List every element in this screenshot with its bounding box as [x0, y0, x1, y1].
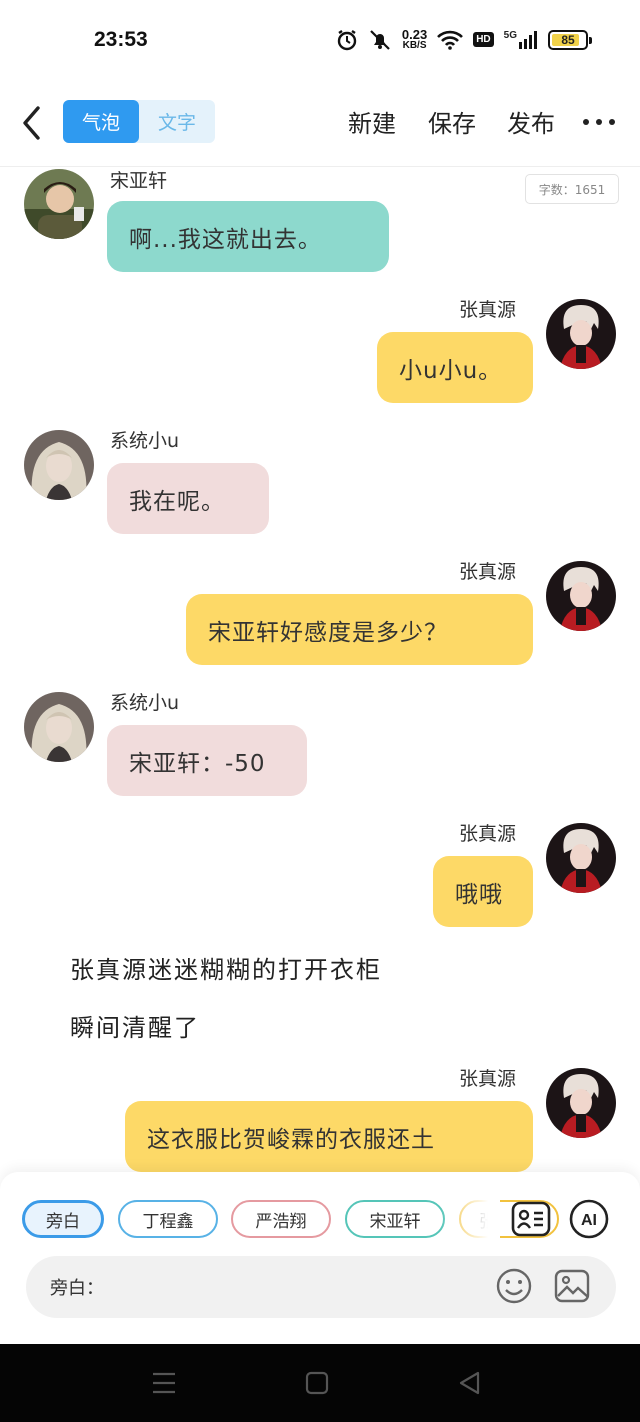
chevron-left-icon	[23, 106, 40, 140]
home-button[interactable]	[303, 1370, 331, 1396]
net-speed: 0.23 KB/S	[402, 28, 427, 51]
avatar-songyaxuan[interactable]	[24, 169, 94, 239]
message-bubble[interactable]: 宋亚轩：-50	[107, 725, 307, 796]
character-chip-yanhaoxiang[interactable]: 严浩翔	[231, 1200, 331, 1238]
message-bubble[interactable]: 啊...我这就出去。	[107, 201, 389, 272]
input-panel: 旁白 丁程鑫 严浩翔 宋亚轩 张 AI 旁白：	[0, 1172, 640, 1344]
status-time: 23:53	[94, 28, 148, 51]
message-speaker: 张真源	[459, 561, 517, 583]
avatar-zhangzhenyuan[interactable]	[546, 561, 616, 631]
mode-toggle: 气泡 文字	[63, 100, 215, 143]
message-bubble[interactable]: 这衣服比贺峻霖的衣服还土	[125, 1101, 533, 1172]
image-button[interactable]	[552, 1266, 592, 1306]
system-nav-bar	[0, 1344, 640, 1422]
more-dot	[583, 119, 589, 125]
hd-icon: HD	[473, 32, 494, 47]
signal-icon: 5G	[504, 30, 538, 50]
status-bar: 23:53 0.23 KB/S HD 5G 85	[0, 0, 640, 80]
character-card-button[interactable]	[510, 1198, 552, 1240]
image-icon	[554, 1269, 590, 1303]
emoji-button[interactable]	[494, 1266, 534, 1306]
narration-line[interactable]: 瞬间清醒了	[70, 1008, 200, 1043]
message-speaker: 系统小u	[110, 692, 180, 714]
back-nav-button[interactable]	[456, 1370, 484, 1396]
character-chip-songyaxuan[interactable]: 宋亚轩	[345, 1200, 445, 1238]
mute-icon	[368, 29, 392, 51]
avatar-system[interactable]	[24, 430, 94, 500]
recents-button[interactable]	[150, 1370, 178, 1396]
message-speaker: 张真源	[459, 299, 517, 321]
message-speaker: 张真源	[459, 1068, 517, 1090]
message-bubble[interactable]: 哦哦	[433, 856, 533, 927]
avatar-system[interactable]	[24, 692, 94, 762]
alarm-icon	[336, 29, 358, 51]
battery-icon: 85	[548, 29, 592, 50]
publish-button[interactable]: 发布	[507, 104, 555, 139]
mode-bubble-tab[interactable]: 气泡	[63, 100, 139, 143]
editor-toolbar: 气泡 文字 新建 保存 发布	[0, 90, 640, 156]
mode-text-tab[interactable]: 文字	[139, 100, 215, 143]
message-bubble[interactable]: 小u小u。	[377, 332, 533, 403]
battery-level: 85	[561, 32, 575, 47]
toolbar-divider	[0, 166, 640, 167]
net-speed-unit: KB/S	[402, 40, 427, 51]
avatar-zhangzhenyuan[interactable]	[546, 1068, 616, 1138]
menu-icon	[153, 1372, 175, 1394]
message-speaker: 张真源	[459, 823, 517, 845]
more-options-button[interactable]	[583, 110, 615, 134]
new-button[interactable]: 新建	[348, 104, 396, 139]
avatar-zhangzhenyuan[interactable]	[546, 823, 616, 893]
save-button[interactable]: 保存	[428, 104, 476, 139]
back-button[interactable]	[18, 104, 48, 142]
chip-scroll-fade	[440, 1196, 500, 1244]
dialogue-input[interactable]: 旁白：	[26, 1256, 616, 1318]
triangle-back-icon	[459, 1371, 480, 1395]
battery-tip	[589, 36, 592, 44]
message-bubble[interactable]: 我在呢。	[107, 463, 269, 534]
narration-line[interactable]: 张真源迷迷糊糊的打开衣柜	[70, 950, 382, 985]
network-type: 5G	[503, 29, 517, 41]
wifi-icon	[437, 30, 464, 50]
char-count-badge: 字数：1651	[525, 174, 619, 204]
message-speaker: 宋亚轩	[110, 170, 168, 192]
message-bubble[interactable]: 宋亚轩好感度是多少？	[186, 594, 533, 665]
ai-icon: AI	[569, 1199, 609, 1239]
contact-card-icon	[511, 1201, 551, 1237]
more-dot	[609, 119, 615, 125]
message-speaker: 系统小u	[110, 430, 180, 452]
svg-text:AI: AI	[581, 1212, 597, 1229]
input-speaker-label: 旁白：	[50, 1278, 104, 1299]
more-dot	[596, 119, 602, 125]
emoji-icon	[496, 1268, 532, 1304]
status-icons: 0.23 KB/S HD 5G 85	[336, 28, 592, 51]
home-square-icon	[305, 1371, 329, 1395]
character-chip-narrator[interactable]: 旁白	[22, 1200, 104, 1238]
ai-button[interactable]: AI	[568, 1198, 610, 1240]
character-chip-dingchengxin[interactable]: 丁程鑫	[118, 1200, 218, 1238]
avatar-zhangzhenyuan[interactable]	[546, 299, 616, 369]
